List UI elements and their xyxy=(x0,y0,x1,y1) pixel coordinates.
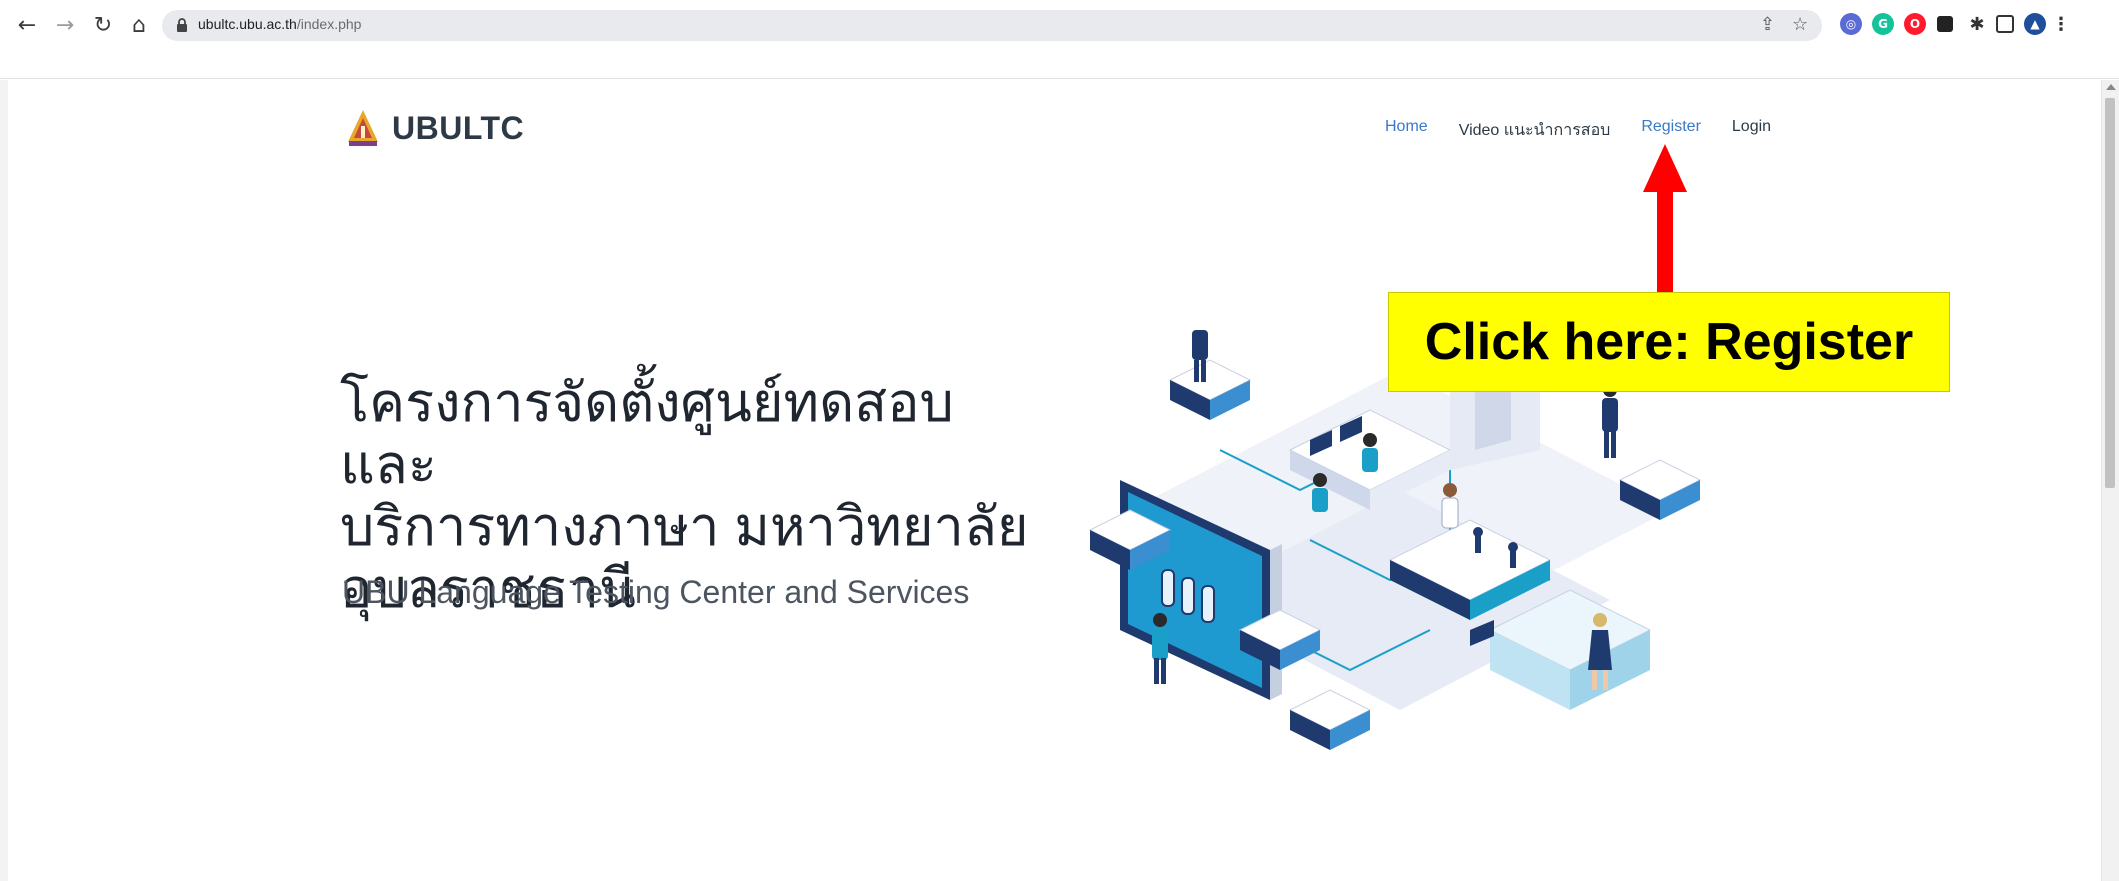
site-navigation: Home Video แนะนำการสอบ Register Login xyxy=(1385,118,1802,143)
extension-1-icon[interactable]: ◎ xyxy=(1840,13,1862,35)
site-logo[interactable]: UBULTC xyxy=(346,108,524,148)
back-icon[interactable]: ← xyxy=(12,10,42,40)
annotation-arrow xyxy=(1643,144,1687,295)
grammarly-icon[interactable]: G xyxy=(1872,13,1894,35)
nav-login[interactable]: Login xyxy=(1732,118,1771,143)
nav-home[interactable]: Home xyxy=(1385,118,1428,143)
star-icon[interactable]: ☆ xyxy=(1792,14,1808,35)
page-left-edge xyxy=(0,80,8,881)
browser-toolbar: ← → ↻ ⌂ ubultc.ubu.ac.th/index.php ⇪ ☆ ◎… xyxy=(0,0,2119,79)
hero-illustration xyxy=(1088,330,1702,750)
share-icon[interactable]: ⇪ xyxy=(1760,14,1775,35)
annotation-callout: Click here: Register xyxy=(1388,292,1950,392)
scrollbar[interactable] xyxy=(2101,80,2119,881)
puzzle-icon[interactable]: ✱ xyxy=(1966,13,1988,35)
address-bar[interactable]: ubultc.ubu.ac.th/index.php ⇪ ☆ xyxy=(162,10,1822,41)
extension-square-icon[interactable] xyxy=(1937,16,1953,32)
hero-title-line-2: บริการทางภาษา มหาวิทยาลัย xyxy=(340,497,1029,557)
reload-icon[interactable]: ↻ xyxy=(88,10,118,40)
nav-video[interactable]: Video แนะนำการสอบ xyxy=(1459,118,1611,143)
scroll-thumb[interactable] xyxy=(2105,98,2115,488)
home-icon[interactable]: ⌂ xyxy=(124,10,154,40)
lock-icon xyxy=(177,18,187,32)
hero-title-line-1: โครงการจัดตั้งศูนย์ทดสอบและ xyxy=(340,373,954,495)
hero-subtitle: UBU Language Testing Center and Services xyxy=(342,574,970,610)
scroll-up-icon[interactable] xyxy=(2106,84,2116,90)
forward-icon[interactable]: → xyxy=(50,10,80,40)
side-panel-icon[interactable] xyxy=(1996,15,2014,33)
opera-icon[interactable]: O xyxy=(1904,13,1926,35)
logo-icon xyxy=(348,110,378,146)
url-text: ubultc.ubu.ac.th/index.php xyxy=(198,16,362,32)
profile-avatar[interactable]: ▲ xyxy=(2024,13,2046,35)
logo-text: UBULTC xyxy=(392,109,525,146)
more-menu-icon[interactable]: ⋮ xyxy=(2050,13,2072,35)
